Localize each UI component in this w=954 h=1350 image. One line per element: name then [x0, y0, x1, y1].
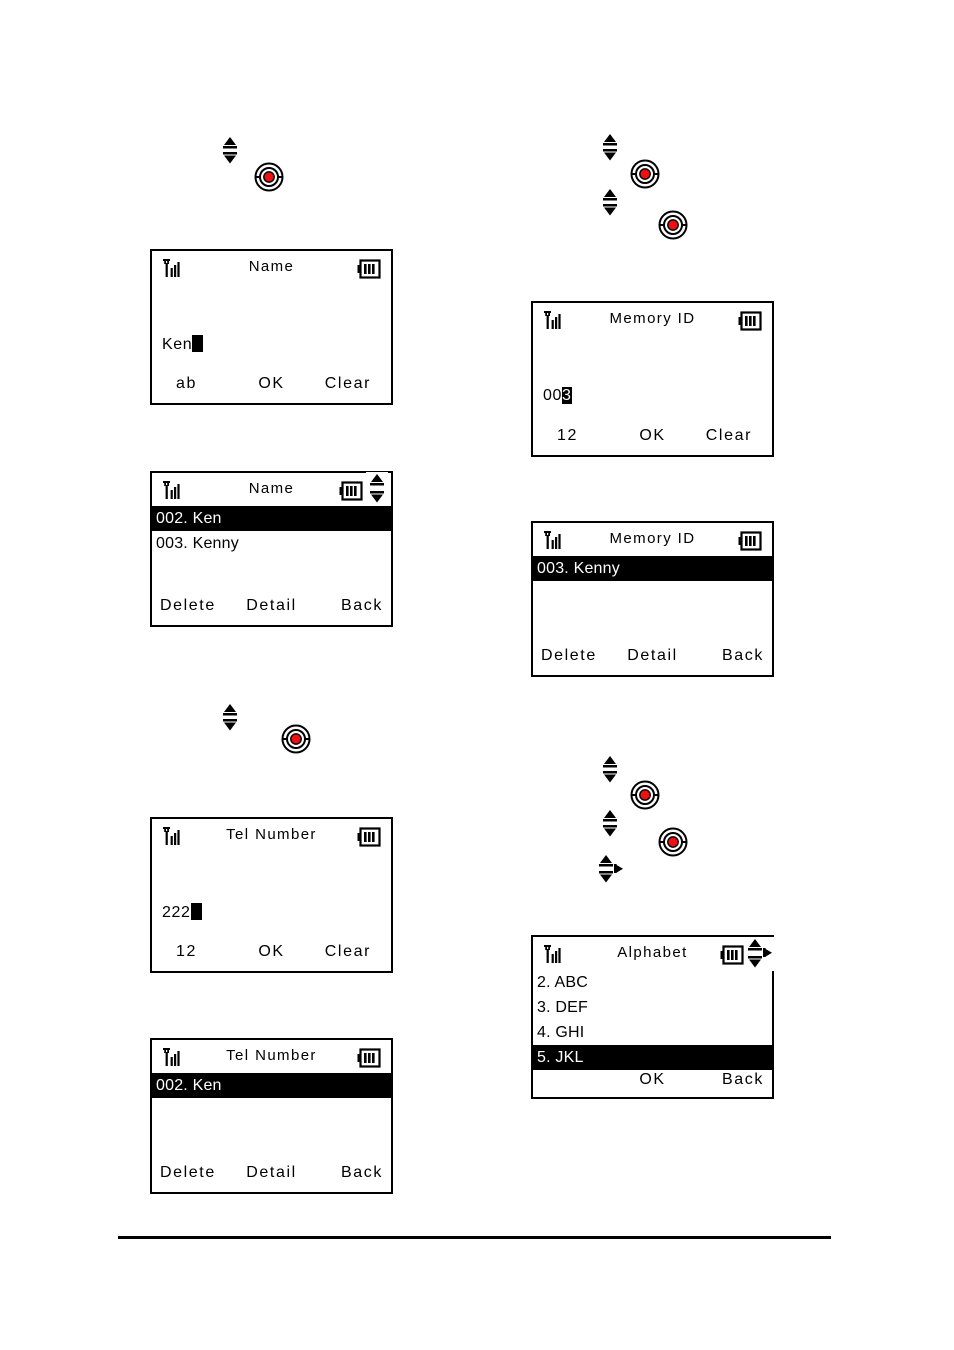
status-bar: Tel Number: [152, 823, 391, 849]
ok-center-key-icon[interactable]: [630, 159, 660, 189]
softkey-left[interactable]: ab: [176, 375, 197, 393]
softkey-bar: OK Back: [533, 1071, 772, 1093]
status-bar: Alphabet: [533, 941, 772, 967]
scroll-up-down-indicator: [366, 472, 388, 506]
screen-title: Memory ID: [609, 530, 696, 547]
memory-id-cursor-char: 3: [562, 387, 572, 404]
screen-name-list: Name 002. Ken 003. Kenny Delete Detail B…: [150, 471, 393, 627]
softkey-bar: 12 OK Clear: [533, 427, 772, 449]
name-input-field[interactable]: Ken: [162, 335, 204, 354]
softkey-center[interactable]: Detail: [246, 597, 297, 615]
list-item[interactable]: 2. ABC: [533, 970, 772, 995]
nav-up-down-key-icon[interactable]: [599, 752, 621, 786]
softkey-right[interactable]: Clear: [706, 427, 752, 445]
screen-alphabet-list: Alphabet 2. ABC 3. DEF 4. GHI 5. JKL OK …: [531, 935, 774, 1099]
softkey-right[interactable]: Back: [341, 1164, 383, 1182]
screen-title: Name: [248, 480, 295, 497]
screen-title: Memory ID: [609, 310, 696, 327]
softkey-right[interactable]: Back: [341, 597, 383, 615]
list-item[interactable]: 4. GHI: [533, 1020, 772, 1045]
softkey-bar: Delete Detail Back: [533, 647, 772, 669]
status-bar: Memory ID: [533, 307, 772, 333]
list-item[interactable]: 5. JKL: [533, 1045, 772, 1070]
ok-center-key-icon[interactable]: [281, 724, 311, 754]
screen-tel-number-list: Tel Number 002. Ken Delete Detail Back: [150, 1038, 393, 1194]
memory-id-input-value: 00: [543, 387, 562, 404]
softkey-center[interactable]: OK: [639, 1071, 665, 1089]
list-item[interactable]: 3. DEF: [533, 995, 772, 1020]
softkey-left[interactable]: Delete: [160, 597, 216, 615]
list-item[interactable]: 002. Ken: [152, 506, 391, 531]
tel-number-input-field[interactable]: 222: [162, 903, 202, 922]
ok-center-key-icon[interactable]: [658, 827, 688, 857]
softkey-center[interactable]: OK: [258, 943, 284, 961]
screen-title: Tel Number: [226, 1047, 317, 1064]
softkey-center[interactable]: Detail: [246, 1164, 297, 1182]
softkey-right[interactable]: Clear: [325, 943, 371, 961]
status-bar: Memory ID: [533, 527, 772, 553]
status-bar: Name: [152, 477, 391, 503]
tel-number-input-value: 222: [162, 904, 191, 921]
softkey-center[interactable]: OK: [258, 375, 284, 393]
text-cursor: [192, 335, 204, 352]
softkey-center[interactable]: Detail: [627, 647, 678, 665]
softkey-right[interactable]: Back: [722, 647, 764, 665]
list-item[interactable]: 003. Kenny: [533, 556, 772, 581]
screen-title: Tel Number: [226, 826, 317, 843]
softkey-left[interactable]: 12: [176, 943, 197, 961]
ok-center-key-icon[interactable]: [658, 210, 688, 240]
softkey-bar: ab OK Clear: [152, 375, 391, 397]
softkey-bar: 12 OK Clear: [152, 943, 391, 965]
memory-id-input-field[interactable]: 003: [543, 387, 572, 405]
softkey-left[interactable]: Delete: [160, 1164, 216, 1182]
scroll-up-down-right-indicator: [744, 937, 776, 971]
name-input-value: Ken: [162, 336, 193, 353]
nav-up-down-right-key-icon[interactable]: [595, 852, 627, 886]
nav-up-down-key-icon[interactable]: [599, 806, 621, 840]
softkey-left[interactable]: Delete: [541, 647, 597, 665]
ok-center-key-icon[interactable]: [630, 780, 660, 810]
screen-memory-id-entry: Memory ID 003 12 OK Clear: [531, 301, 774, 457]
footer-divider: [118, 1236, 831, 1239]
screen-tel-number-entry: Tel Number 222 12 OK Clear: [150, 817, 393, 973]
list-item[interactable]: 002. Ken: [152, 1073, 391, 1098]
softkey-left[interactable]: 12: [557, 427, 578, 445]
ok-center-key-icon[interactable]: [254, 162, 284, 192]
softkey-center[interactable]: OK: [639, 427, 665, 445]
softkey-bar: Delete Detail Back: [152, 1164, 391, 1186]
softkey-right[interactable]: Clear: [325, 375, 371, 393]
softkey-bar: Delete Detail Back: [152, 597, 391, 619]
nav-up-down-key-icon[interactable]: [599, 185, 621, 219]
screen-title: Name: [248, 258, 295, 275]
status-bar: Tel Number: [152, 1044, 391, 1070]
nav-up-down-key-icon[interactable]: [219, 133, 241, 167]
screen-memory-id-list: Memory ID 003. Kenny Delete Detail Back: [531, 521, 774, 677]
softkey-right[interactable]: Back: [722, 1071, 764, 1089]
screen-title: Alphabet: [617, 944, 688, 961]
screen-name-entry: Name Ken ab OK Clear: [150, 249, 393, 405]
nav-up-down-key-icon[interactable]: [599, 130, 621, 164]
nav-up-down-key-icon[interactable]: [219, 700, 241, 734]
status-bar: Name: [152, 255, 391, 281]
list-item[interactable]: 003. Kenny: [152, 531, 391, 556]
text-cursor: [190, 903, 202, 920]
